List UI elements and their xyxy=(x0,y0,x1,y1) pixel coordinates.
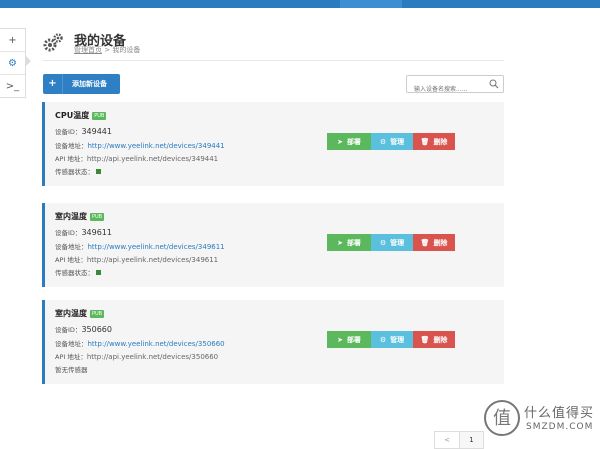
search-input[interactable] xyxy=(407,81,487,98)
public-badge: PUB xyxy=(90,310,105,318)
device-url-link[interactable]: http://www.yeelink.net/devices/350660 xyxy=(88,340,225,348)
watermark-en-text: SMZDM.COM xyxy=(526,422,594,432)
pagination-page-1[interactable]: 1 xyxy=(459,432,483,448)
device-id-value: 349611 xyxy=(81,228,112,237)
device-name: 室内温度 PUB xyxy=(55,212,105,221)
top-nav-active-tab[interactable] xyxy=(340,0,402,8)
device-id-value: 349441 xyxy=(81,127,112,136)
gear-icon: ⚙ xyxy=(379,335,387,344)
api-url-row: API 地址：http://api.yeelink.net/devices/34… xyxy=(55,256,219,264)
deploy-button[interactable]: ➤ 部署 xyxy=(327,234,371,251)
public-badge: PUB xyxy=(92,112,107,120)
breadcrumb-separator: > xyxy=(104,46,111,54)
add-device-label: 添加新设备 xyxy=(72,80,107,88)
sensor-status-row: 传感器状态： xyxy=(55,267,101,277)
api-url-value: http://api.yeelink.net/devices/350660 xyxy=(86,353,219,361)
manage-button[interactable]: ⚙ 管理 xyxy=(371,234,413,251)
trash-icon: 🗑 xyxy=(420,238,430,247)
device-card: CPU温度 PUB 设备ID：349441 设备地址：http://www.yee… xyxy=(42,102,504,186)
deploy-button[interactable]: ➤ 部署 xyxy=(327,133,371,150)
sidebar-terminal-icon[interactable]: >_ xyxy=(0,75,25,98)
device-actions: ➤ 部署 ⚙ 管理 🗑 删除 xyxy=(327,133,455,150)
sensor-status-indicator xyxy=(96,270,101,275)
add-device-button[interactable]: + 添加新设备 xyxy=(43,74,120,94)
breadcrumb-current: 我的设备 xyxy=(112,46,141,54)
api-url-row: API 地址：http://api.yeelink.net/devices/34… xyxy=(55,155,219,163)
gears-icon xyxy=(43,33,63,52)
sensor-status-row: 传感器状态： xyxy=(55,166,101,176)
device-actions: ➤ 部署 ⚙ 管理 🗑 删除 xyxy=(327,331,455,348)
page-header: 我的设备 管理首页 > 我的设备 xyxy=(42,28,504,58)
sensor-status-indicator xyxy=(96,169,101,174)
send-icon: ➤ xyxy=(337,238,343,247)
sidebar: + ⚙ >_ xyxy=(0,28,26,98)
device-url-link[interactable]: http://www.yeelink.net/devices/349441 xyxy=(88,142,225,150)
deploy-button[interactable]: ➤ 部署 xyxy=(327,331,371,348)
header-divider xyxy=(42,60,504,61)
gear-icon: ⚙ xyxy=(379,238,387,247)
watermark: 值 什么值得买 SMZDM.COM xyxy=(482,398,600,445)
top-nav-bar xyxy=(0,0,600,8)
breadcrumb: 管理首页 > 我的设备 xyxy=(74,45,140,55)
trash-icon: 🗑 xyxy=(420,137,430,146)
device-actions: ➤ 部署 ⚙ 管理 🗑 删除 xyxy=(327,234,455,251)
delete-button[interactable]: 🗑 删除 xyxy=(413,331,455,348)
device-id-value: 350660 xyxy=(81,325,112,334)
api-url-value: http://api.yeelink.net/devices/349611 xyxy=(86,256,219,264)
device-id-row: 设备ID：349441 xyxy=(55,127,112,136)
api-url-row: API 地址：http://api.yeelink.net/devices/35… xyxy=(55,353,219,361)
sidebar-gears-icon[interactable]: ⚙ xyxy=(0,52,25,75)
device-url-row: 设备地址：http://www.yeelink.net/devices/3506… xyxy=(55,340,225,348)
device-name: CPU温度 PUB xyxy=(55,111,107,120)
device-id-row: 设备ID：349611 xyxy=(55,228,112,237)
watermark-cn-text: 什么值得买 xyxy=(524,406,595,421)
delete-button[interactable]: 🗑 删除 xyxy=(413,133,455,150)
gear-icon: ⚙ xyxy=(379,137,387,146)
device-name: 室内温度 PUB xyxy=(55,309,105,318)
svg-text:值: 值 xyxy=(493,408,511,429)
smzdm-logo-icon: 值 xyxy=(484,400,520,436)
api-url-value: http://api.yeelink.net/devices/349441 xyxy=(86,155,219,163)
sidebar-active-arrow xyxy=(25,55,31,67)
search-icon[interactable] xyxy=(489,79,499,89)
breadcrumb-home-link[interactable]: 管理首页 xyxy=(74,46,102,54)
pagination: < 1 xyxy=(434,431,484,449)
plus-icon: + xyxy=(43,74,63,94)
pagination-prev[interactable]: < xyxy=(435,432,459,448)
device-url-row: 设备地址：http://www.yeelink.net/devices/3496… xyxy=(55,243,225,251)
device-card: 室内温度 PUB 设备ID：350660 设备地址：http://www.yeel… xyxy=(42,300,504,384)
send-icon: ➤ xyxy=(337,137,343,146)
manage-button[interactable]: ⚙ 管理 xyxy=(371,331,413,348)
device-card: 室内温度 PUB 设备ID：349611 设备地址：http://www.yeel… xyxy=(42,203,504,287)
public-badge: PUB xyxy=(90,213,105,221)
device-url-link[interactable]: http://www.yeelink.net/devices/349611 xyxy=(88,243,225,251)
device-id-row: 设备ID：350660 xyxy=(55,325,112,334)
trash-icon: 🗑 xyxy=(420,335,430,344)
no-sensor-text: 暂无传感器 xyxy=(55,366,88,374)
device-url-row: 设备地址：http://www.yeelink.net/devices/3494… xyxy=(55,142,225,150)
sidebar-add-icon[interactable]: + xyxy=(0,29,25,52)
delete-button[interactable]: 🗑 删除 xyxy=(413,234,455,251)
send-icon: ➤ xyxy=(337,335,343,344)
search-box xyxy=(406,75,504,98)
manage-button[interactable]: ⚙ 管理 xyxy=(371,133,413,150)
